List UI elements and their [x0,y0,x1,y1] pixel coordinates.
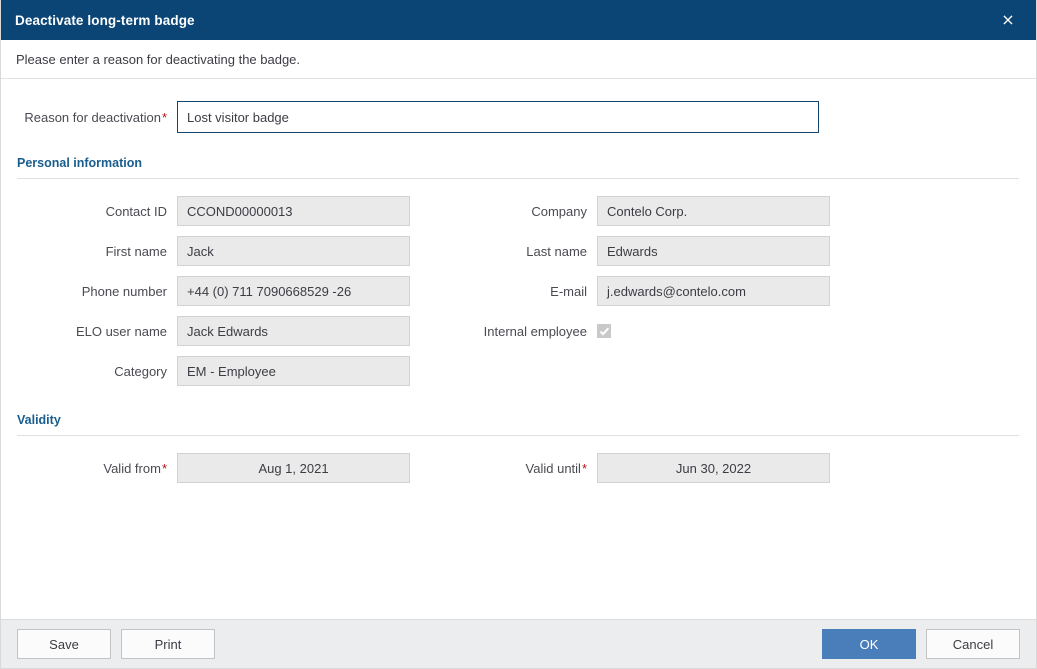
field-label: Category [114,363,167,379]
field-label: Last name [526,243,587,259]
field-value[interactable]: Aug 1, 2021 [177,453,410,483]
field-label-text: Valid until [525,460,581,476]
section-validity: Validity Valid from* Aug 1, 2021 Valid u… [1,413,1036,488]
field-row: Valid from* Aug 1, 2021 Valid until* Jun… [1,448,1036,488]
field-internal-employee: Internal employee [460,324,611,339]
field-row: ELO user name Jack Edwards Internal empl… [1,311,1036,351]
field-required-marker: * [161,460,167,476]
footer-left-buttons: Save Print [17,629,215,659]
field-label: Company [531,203,587,219]
field-elo-user-name: ELO user name Jack Edwards [1,316,460,346]
field-label: ELO user name [75,323,167,339]
section-divider [17,435,1019,436]
field-label: First name [105,243,167,259]
dialog-body: Reason for deactivation* Personal inform… [1,79,1036,619]
save-button[interactable]: Save [17,629,111,659]
field-value[interactable]: +44 (0) 711 7090668529 -26 [177,276,410,306]
footer-right-buttons: OK Cancel [822,629,1020,659]
validity-grid: Valid from* Aug 1, 2021 Valid until* Jun… [1,448,1036,488]
field-contact-id: Contact ID CCOND00000013 [1,196,460,226]
field-value[interactable]: j.edwards@contelo.com [597,276,830,306]
field-value[interactable]: Edwards [597,236,830,266]
field-first-name: First name Jack [1,236,460,266]
field-phone-number: Phone number +44 (0) 711 7090668529 -26 [1,276,460,306]
field-valid-from: Valid from* Aug 1, 2021 [1,453,460,483]
close-icon[interactable]: × [994,6,1022,34]
internal-employee-checkbox[interactable] [597,324,611,338]
field-value[interactable]: Jack [177,236,410,266]
dialog-title: Deactivate long-term badge [15,12,195,28]
field-value[interactable]: Jack Edwards [177,316,410,346]
deactivate-long-term-badge-dialog: Deactivate long-term badge × Please ente… [0,0,1037,669]
instruction-text: Please enter a reason for deactivating t… [1,40,1036,79]
field-label-text: Valid from [103,460,161,476]
reason-required-marker: * [161,109,167,125]
reason-row: Reason for deactivation* [1,100,1036,134]
field-label: Internal employee [483,323,587,339]
reason-label: Reason for deactivation* [1,110,177,125]
ok-button[interactable]: OK [822,629,916,659]
field-last-name: Last name Edwards [460,236,830,266]
reason-label-text: Reason for deactivation [24,109,161,125]
field-email: E-mail j.edwards@contelo.com [460,276,830,306]
field-label: Valid until* [460,461,597,476]
section-title-validity: Validity [17,413,61,427]
print-button[interactable]: Print [121,629,215,659]
field-required-marker: * [581,460,587,476]
field-row: Phone number +44 (0) 711 7090668529 -26 … [1,271,1036,311]
reason-input[interactable] [177,101,819,133]
section-divider [17,178,1019,179]
section-personal-information: Personal information Contact ID CCOND000… [1,156,1036,391]
dialog-footer: Save Print OK Cancel [1,619,1036,668]
cancel-button[interactable]: Cancel [926,629,1020,659]
dialog-titlebar: Deactivate long-term badge × [1,0,1036,40]
field-row: Category EM - Employee [1,351,1036,391]
field-row: First name Jack Last name Edwards [1,231,1036,271]
field-label: Valid from* [1,461,177,476]
field-valid-until: Valid until* Jun 30, 2022 [460,453,830,483]
field-value[interactable]: Contelo Corp. [597,196,830,226]
field-value[interactable]: Jun 30, 2022 [597,453,830,483]
field-row: Contact ID CCOND00000013 Company Contelo… [1,191,1036,231]
field-value[interactable]: EM - Employee [177,356,410,386]
field-category: Category EM - Employee [1,356,460,386]
field-label: Phone number [81,283,167,299]
field-value[interactable]: CCOND00000013 [177,196,410,226]
checkmark-icon [599,327,609,336]
section-title-personal-information: Personal information [17,156,143,170]
field-company: Company Contelo Corp. [460,196,830,226]
field-label: Contact ID [105,203,167,219]
field-label: E-mail [550,283,587,299]
personal-information-grid: Contact ID CCOND00000013 Company Contelo… [1,191,1036,391]
